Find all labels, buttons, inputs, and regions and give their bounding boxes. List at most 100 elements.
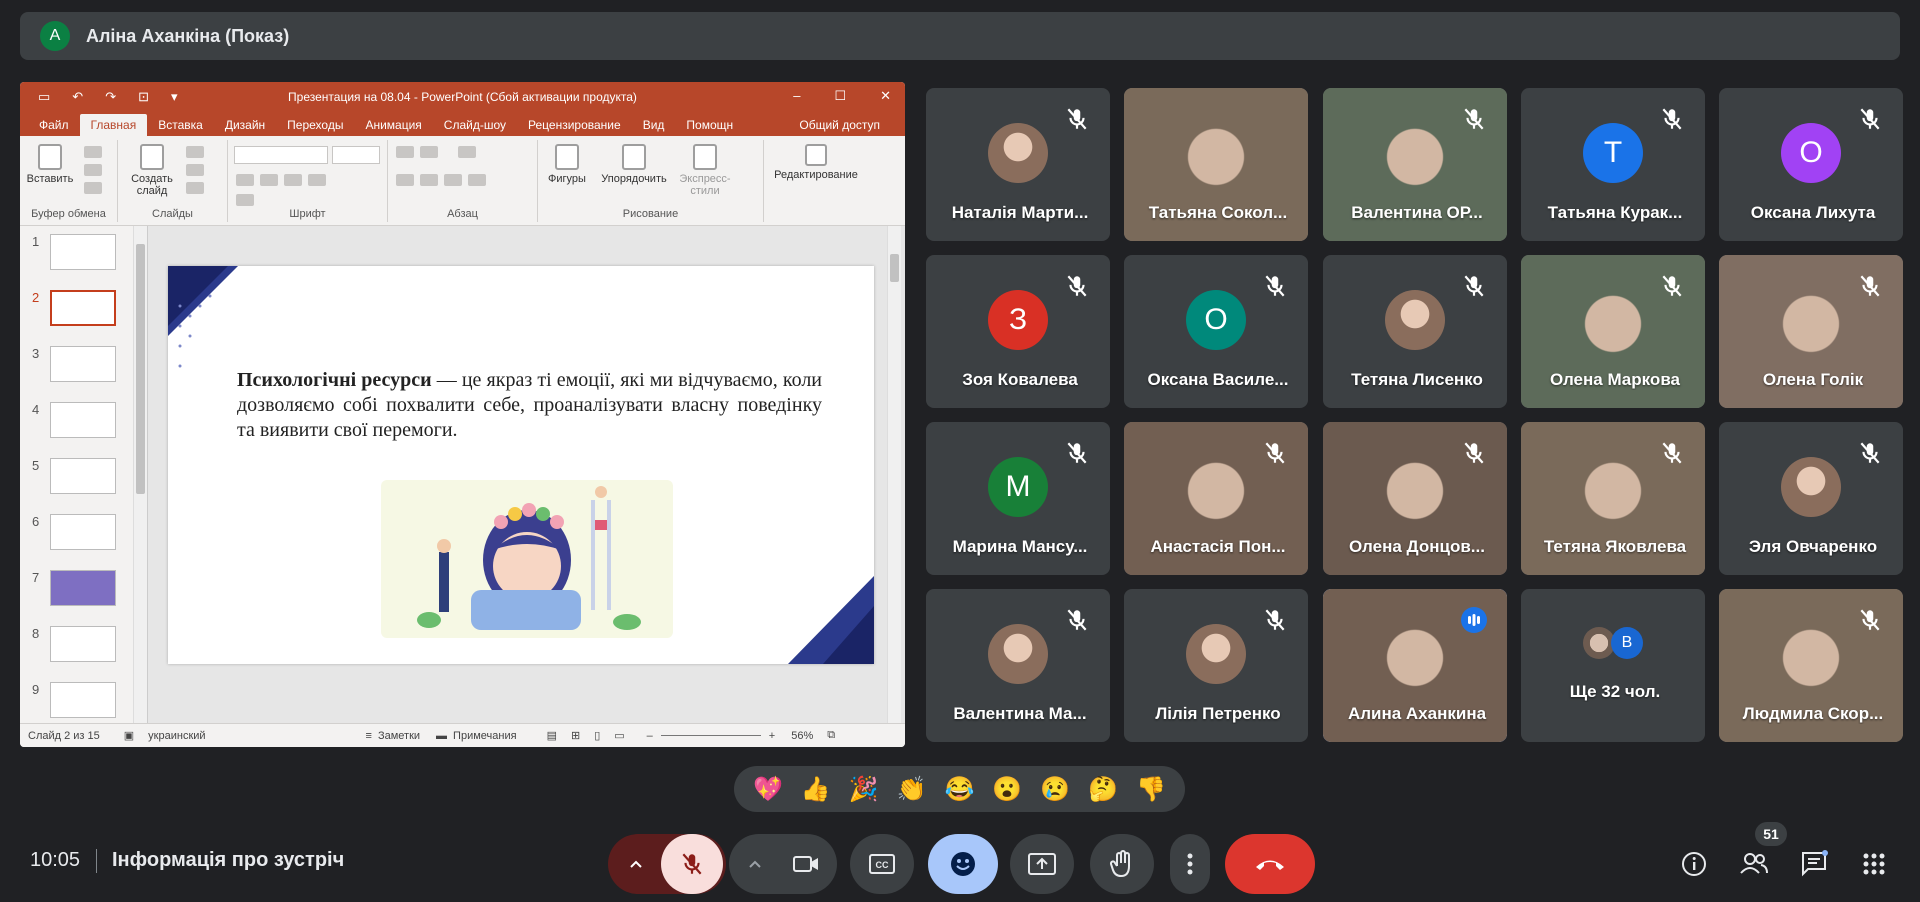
slide-thumbnail: 8 bbox=[28, 624, 133, 666]
participant-avatar bbox=[988, 624, 1048, 684]
notes-label: Заметки bbox=[377, 729, 421, 742]
people-count-badge: 51 bbox=[1755, 822, 1787, 846]
bold-icon bbox=[236, 174, 254, 186]
muted-mic-icon bbox=[1067, 442, 1087, 464]
undo-icon: ↶ bbox=[72, 89, 84, 104]
comments-label: Примечания bbox=[453, 729, 517, 742]
font-size-box bbox=[332, 146, 380, 164]
quick-styles-label: Экспресс-стили bbox=[679, 173, 731, 197]
shapes-label: Фигуры bbox=[548, 173, 586, 185]
participant-avatar bbox=[988, 123, 1048, 183]
reactions-button[interactable] bbox=[928, 834, 998, 894]
tab-review: Рецензирование bbox=[528, 118, 621, 132]
participant-tile[interactable]: Людмила Скор... bbox=[1719, 589, 1903, 742]
audio-options-button[interactable] bbox=[611, 834, 661, 894]
paragraph-group: Абзац bbox=[388, 140, 538, 222]
zoom-level: 56% bbox=[791, 729, 814, 742]
participant-tile[interactable]: M Марина Мансу... bbox=[926, 422, 1110, 575]
participant-avatar bbox=[1781, 457, 1841, 517]
participant-tile[interactable]: Тетяна Лисенко bbox=[1323, 255, 1507, 408]
participant-name: Оксана Василе... bbox=[1147, 370, 1289, 389]
participant-tile[interactable]: Тетяна Яковлева bbox=[1521, 422, 1705, 575]
participant-tile[interactable]: Эля Овчаренко bbox=[1719, 422, 1903, 575]
align-right-icon bbox=[444, 174, 462, 186]
participant-name: Ще 32 чол. bbox=[1569, 682, 1661, 701]
heart-reaction[interactable]: 💖 bbox=[750, 771, 786, 807]
slide-thumbnails: 1 2 3 4 5 6 7 8 9 bbox=[20, 226, 148, 723]
thumbnail-scrollbar bbox=[133, 226, 147, 723]
thinking-reaction[interactable]: 🤔 bbox=[1085, 771, 1121, 807]
camera-toggle-button[interactable] bbox=[778, 853, 834, 875]
layout-icon bbox=[186, 146, 204, 158]
meeting-info-button[interactable]: Інформація про зустріч bbox=[112, 849, 344, 872]
participant-tile[interactable]: Олена Донцов... bbox=[1323, 422, 1507, 575]
participant-tile[interactable]: З Зоя Ковалева bbox=[926, 255, 1110, 408]
participant-avatar bbox=[1385, 290, 1445, 350]
divider bbox=[96, 849, 97, 873]
hand-icon bbox=[1109, 850, 1130, 878]
participant-tile[interactable]: O Оксана Василе... bbox=[1124, 255, 1308, 408]
copy-icon bbox=[84, 164, 102, 176]
participant-tile[interactable]: Олена Маркова bbox=[1521, 255, 1705, 408]
muted-mic-icon bbox=[1464, 442, 1484, 464]
joy-reaction[interactable]: 😂 bbox=[941, 771, 977, 807]
participant-avatar: O bbox=[1186, 290, 1246, 350]
arrange-label: Упорядочить bbox=[601, 173, 667, 185]
activities-button[interactable] bbox=[1856, 846, 1892, 882]
participant-tile[interactable]: Анастасія Пон... bbox=[1124, 422, 1308, 575]
participant-name: Зоя Ковалева bbox=[962, 370, 1078, 389]
paste-icon bbox=[38, 144, 62, 170]
participant-tile[interactable]: Олена Голік bbox=[1719, 255, 1903, 408]
participant-tile[interactable]: Валентина ОР... bbox=[1323, 88, 1507, 241]
reading-view-icon: ▯ bbox=[594, 730, 601, 742]
thumbs-up-reaction[interactable]: 👍 bbox=[798, 771, 834, 807]
slide-thumbnail: 1 bbox=[28, 232, 133, 274]
participant-tile[interactable]: Лілія Петренко bbox=[1124, 589, 1308, 742]
captions-button[interactable]: CC bbox=[850, 834, 914, 894]
participant-name: Тетяна Яковлева bbox=[1543, 537, 1687, 556]
minimize-icon: – bbox=[793, 88, 801, 103]
editing-group: Редактирование bbox=[764, 140, 868, 222]
present-screen-icon bbox=[1028, 853, 1056, 875]
participant-name: Лілія Петренко bbox=[1155, 704, 1281, 723]
chat-icon bbox=[1802, 850, 1828, 877]
clap-reaction[interactable]: 👏 bbox=[894, 771, 930, 807]
video-options-button[interactable] bbox=[732, 856, 778, 872]
participant-tile[interactable]: T Татьяна Курак... bbox=[1521, 88, 1705, 241]
sad-reaction[interactable]: 😢 bbox=[1037, 771, 1073, 807]
raise-hand-button[interactable] bbox=[1090, 834, 1154, 894]
slide-thumbnail-selected: 2 bbox=[28, 288, 133, 330]
zoom-in-icon: + bbox=[768, 729, 776, 742]
start-show-icon: ⊡ bbox=[138, 89, 150, 104]
chat-button[interactable] bbox=[1796, 846, 1832, 882]
surprised-reaction[interactable]: 😮 bbox=[989, 771, 1025, 807]
participant-name: Людмила Скор... bbox=[1742, 704, 1884, 723]
participant-tile[interactable]: Алина Аханкина bbox=[1323, 589, 1507, 742]
muted-mic-icon bbox=[1265, 609, 1285, 631]
tab-help: Помощн bbox=[686, 118, 734, 132]
drawing-group: Фигуры Упорядочить Экспресс-стили Рисова… bbox=[538, 140, 764, 222]
participant-tile[interactable]: Татьяна Сокол... bbox=[1124, 88, 1308, 241]
present-button[interactable] bbox=[1010, 834, 1074, 894]
microphone-toggle-button[interactable] bbox=[661, 834, 723, 894]
participant-name: Тетяна Лисенко bbox=[1351, 370, 1483, 389]
shared-screen: ▭ ↶ ↷ ⊡ ▾ Презентация на 08.04 - PowerPo… bbox=[20, 82, 905, 747]
presenter-bar: A Аліна Аханкіна (Показ) bbox=[20, 12, 1900, 60]
more-participants-tile[interactable]: B Ще 32 чол. bbox=[1521, 589, 1705, 742]
leave-call-button[interactable] bbox=[1225, 834, 1315, 894]
more-options-button[interactable] bbox=[1170, 834, 1210, 894]
participant-name: Олена Донцов... bbox=[1349, 537, 1485, 556]
spellcheck-icon: ▣ bbox=[123, 730, 135, 742]
party-reaction[interactable]: 🎉 bbox=[846, 771, 882, 807]
muted-mic-icon bbox=[1662, 442, 1682, 464]
participant-tile[interactable]: O Оксана Лихута bbox=[1719, 88, 1903, 241]
participant-avatar: M bbox=[988, 457, 1048, 517]
slide-body-text: Психологічні ресурси — це якраз ті емоці… bbox=[237, 368, 822, 443]
customize-icon: ▾ bbox=[171, 89, 178, 104]
camera-off-icon bbox=[793, 856, 818, 872]
participant-tile[interactable]: Валентина Ма... bbox=[926, 589, 1110, 742]
thumbs-down-reaction[interactable]: 👎 bbox=[1133, 771, 1169, 807]
participant-tile[interactable]: Наталія Марти... bbox=[926, 88, 1110, 241]
meeting-details-button[interactable] bbox=[1676, 846, 1712, 882]
people-button[interactable] bbox=[1736, 846, 1772, 882]
